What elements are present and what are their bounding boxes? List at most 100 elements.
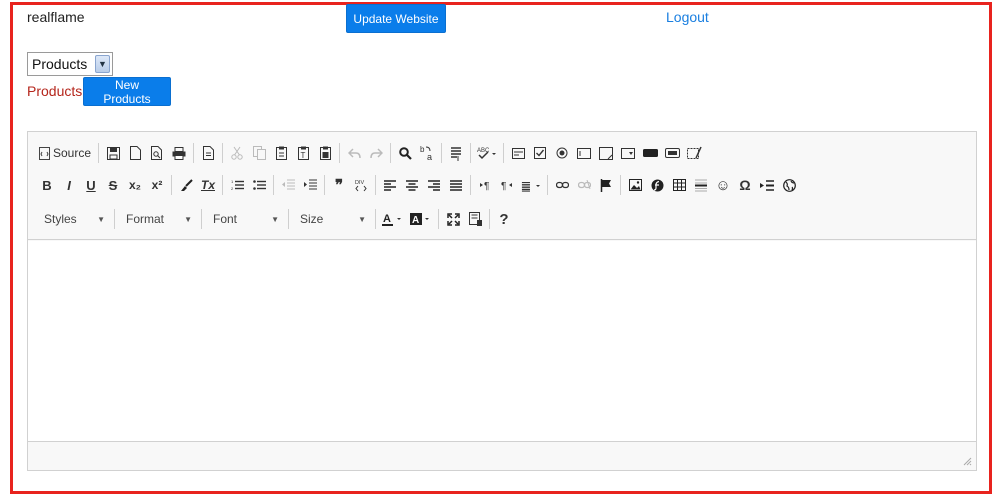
form-button[interactable] [507, 141, 529, 165]
font-dropdown[interactable]: Font ▼ [205, 208, 285, 230]
indent-button[interactable] [299, 173, 321, 197]
justify-button[interactable] [445, 173, 467, 197]
background-color-button[interactable]: A [407, 207, 435, 231]
paste-text-button[interactable]: T [292, 141, 314, 165]
rtl-button[interactable]: ¶ [496, 173, 518, 197]
table-icon [672, 179, 686, 191]
link-button[interactable] [551, 173, 573, 197]
align-center-button[interactable] [401, 173, 423, 197]
preview-button[interactable] [146, 141, 168, 165]
save-button[interactable] [102, 141, 124, 165]
styles-dropdown[interactable]: Styles ▼ [36, 208, 111, 230]
new-page-button[interactable] [124, 141, 146, 165]
show-blocks-button[interactable] [464, 207, 486, 231]
superscript-button[interactable]: x² [146, 173, 168, 197]
hidden-field-button[interactable] [683, 141, 705, 165]
toolbar-row-1: Source T ba ABC [36, 141, 705, 165]
image-button[interactable] [624, 173, 646, 197]
italic-button[interactable]: I [58, 173, 80, 197]
radio-button[interactable] [551, 141, 573, 165]
source-button[interactable]: Source [36, 141, 95, 165]
redo-button[interactable] [365, 141, 387, 165]
bold-button[interactable]: B [36, 173, 58, 197]
image-button-field-button[interactable] [661, 141, 683, 165]
svg-text:¶: ¶ [484, 181, 489, 191]
anchor-button[interactable] [595, 173, 617, 197]
chevron-down-icon[interactable]: ▼ [95, 55, 110, 73]
preview-icon [151, 146, 163, 160]
copy-formatting-button[interactable] [175, 173, 197, 197]
outdent-button[interactable] [277, 173, 299, 197]
paste-word-icon [319, 146, 331, 160]
special-char-button[interactable]: Ω [734, 173, 756, 197]
ltr-button[interactable]: ¶ [474, 173, 496, 197]
text-field-button[interactable] [573, 141, 595, 165]
new-page-icon [129, 146, 141, 160]
paste-button[interactable] [270, 141, 292, 165]
resize-handle-icon[interactable] [962, 456, 972, 466]
select-all-icon [451, 146, 462, 161]
help-glyph: ? [499, 210, 509, 228]
unlink-button[interactable] [573, 173, 595, 197]
select-field-button[interactable] [617, 141, 639, 165]
button-field-icon [642, 149, 658, 157]
svg-text:A: A [383, 213, 391, 225]
undo-icon [347, 147, 361, 158]
editor-content-area[interactable] [28, 241, 976, 441]
horizontal-line-button[interactable] [690, 173, 712, 197]
maximize-button[interactable] [442, 207, 464, 231]
strikethrough-glyph: S [108, 177, 118, 193]
numbered-list-button[interactable]: 12 [226, 173, 248, 197]
button-field-button[interactable] [639, 141, 661, 165]
size-dropdown[interactable]: Size ▼ [292, 208, 372, 230]
unlink-icon [577, 180, 591, 190]
underline-button[interactable]: U [80, 173, 102, 197]
language-button[interactable]: ䷀ [518, 173, 544, 197]
remove-format-button[interactable]: Tx [197, 173, 219, 197]
align-left-button[interactable] [379, 173, 401, 197]
caret-down-icon: ▼ [97, 214, 105, 224]
smiley-button[interactable]: ☺ [712, 173, 734, 197]
spellcheck-button[interactable]: ABC [474, 141, 500, 165]
toolbar-separator [441, 143, 443, 163]
format-dropdown[interactable]: Format ▼ [118, 208, 198, 230]
align-right-button[interactable] [423, 173, 445, 197]
search-icon [398, 146, 412, 160]
create-div-button[interactable]: DIV [350, 173, 372, 197]
text-color-button[interactable]: A [379, 207, 407, 231]
find-button[interactable] [394, 141, 416, 165]
about-button[interactable]: ? [493, 207, 515, 231]
background-color-icon: A [410, 213, 429, 226]
blockquote-button[interactable]: ❞ [328, 173, 350, 197]
table-button[interactable] [668, 173, 690, 197]
replace-button[interactable]: ba [416, 141, 438, 165]
textarea-button[interactable] [595, 141, 617, 165]
editor-toolbar: Source T ba ABC B I U S x₂ x² Tx 1 2 ❞ D… [28, 132, 976, 240]
iframe-button[interactable] [778, 173, 800, 197]
toolbar-separator [489, 209, 490, 229]
paste-word-button[interactable] [314, 141, 336, 165]
select-all-button[interactable] [445, 141, 467, 165]
textarea-icon [599, 146, 614, 160]
checkbox-button[interactable] [529, 141, 551, 165]
strikethrough-button[interactable]: S [102, 173, 124, 197]
category-select[interactable]: Products ▼ [27, 52, 113, 76]
flash-button[interactable] [646, 173, 668, 197]
remove-format-glyph: Tx [200, 178, 215, 192]
logout-link[interactable]: Logout [666, 9, 709, 25]
toolbar-separator [470, 175, 471, 195]
page-break-button[interactable] [756, 173, 778, 197]
templates-button[interactable] [197, 141, 219, 165]
new-products-button[interactable]: New Products [83, 77, 171, 106]
bulleted-list-button[interactable] [248, 173, 270, 197]
subscript-button[interactable]: x₂ [124, 173, 146, 197]
cut-button[interactable] [226, 141, 248, 165]
update-website-button[interactable]: Update Website [346, 4, 446, 33]
blockquote-glyph: ❞ [334, 177, 344, 194]
undo-button[interactable] [343, 141, 365, 165]
size-dropdown-label: Size [300, 212, 324, 226]
underline-glyph: U [86, 177, 96, 193]
indent-icon [303, 179, 317, 190]
copy-button[interactable] [248, 141, 270, 165]
print-button[interactable] [168, 141, 190, 165]
